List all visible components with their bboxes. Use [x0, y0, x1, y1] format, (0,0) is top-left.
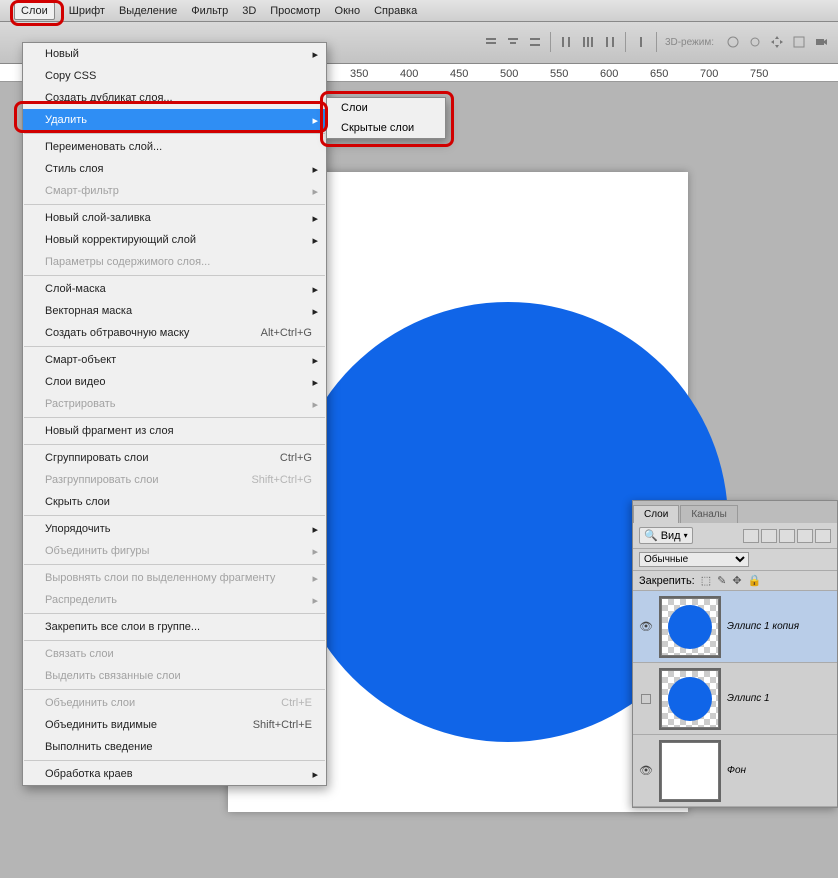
menu-select[interactable]: Выделение — [119, 5, 177, 17]
menu-item[interactable]: Новый слой-заливка▸ — [23, 207, 326, 229]
layer-row[interactable]: Эллипс 1 — [633, 663, 837, 735]
menu-item[interactable]: Сгруппировать слоиCtrl+G — [23, 447, 326, 469]
menu-item[interactable]: Новый корректирующий слой▸ — [23, 229, 326, 251]
menu-type[interactable]: Шрифт — [69, 5, 105, 17]
move-icon[interactable] — [770, 35, 784, 49]
filter-chip[interactable] — [779, 529, 795, 543]
menu-item[interactable]: Переименовать слой... — [23, 136, 326, 158]
lock-pixels-icon[interactable]: ⬚ — [701, 574, 711, 587]
menu-item[interactable]: Векторная маска▸ — [23, 300, 326, 322]
visibility-toggle[interactable] — [639, 694, 653, 704]
menu-item[interactable]: Упорядочить▸ — [23, 518, 326, 540]
menu-item[interactable]: Copy CSS — [23, 65, 326, 87]
menu-item: Выделить связанные слои — [23, 665, 326, 687]
blend-mode-select[interactable]: Обычные — [639, 552, 749, 567]
menu-item[interactable]: Создать дубликат слоя... — [23, 87, 326, 109]
filter-chip[interactable] — [761, 529, 777, 543]
menu-item: Объединить фигуры▸ — [23, 540, 326, 562]
menu-item[interactable]: Смарт-объект▸ — [23, 349, 326, 371]
tab-layers[interactable]: Слои — [633, 505, 679, 523]
filter-chip[interactable] — [797, 529, 813, 543]
menu-view[interactable]: Просмотр — [270, 5, 320, 17]
menu-filter[interactable]: Фильтр — [191, 5, 228, 17]
menu-item[interactable]: Слой-маска▸ — [23, 278, 326, 300]
lock-brush-icon[interactable]: ✎ — [717, 574, 726, 587]
orbit-icon[interactable] — [726, 35, 740, 49]
layer-thumbnail[interactable] — [661, 742, 719, 800]
submenu-item-layers[interactable]: Слои — [327, 98, 445, 118]
lock-label: Закрепить: — [639, 575, 695, 587]
layers-panel: Слои Каналы 🔍Вид▾ Обычные Закрепить: ⬚ ✎… — [632, 500, 838, 808]
distribute-icon[interactable] — [603, 35, 617, 49]
menu-bar: Слои Шрифт Выделение Фильтр 3D Просмотр … — [0, 0, 838, 22]
align-icon[interactable] — [506, 35, 520, 49]
align-icon[interactable] — [528, 35, 542, 49]
menu-item[interactable]: Слои видео▸ — [23, 371, 326, 393]
menu-item: Связать слои — [23, 643, 326, 665]
menu-item[interactable]: Стиль слоя▸ — [23, 158, 326, 180]
scale-icon[interactable] — [792, 35, 806, 49]
layer-thumbnail[interactable] — [661, 598, 719, 656]
filter-chip[interactable] — [815, 529, 831, 543]
layer-name[interactable]: Эллипс 1 — [727, 693, 770, 704]
menu-help[interactable]: Справка — [374, 5, 417, 17]
tab-channels[interactable]: Каналы — [680, 505, 738, 523]
visibility-toggle[interactable]: 👁 — [639, 620, 653, 633]
menu-item: Объединить слоиCtrl+E — [23, 692, 326, 714]
delete-submenu: Слои Скрытые слои — [326, 97, 446, 139]
visibility-toggle[interactable]: 👁 — [639, 764, 653, 777]
layer-list: 👁 Эллипс 1 копия Эллипс 1 👁 Фон — [633, 591, 837, 807]
layer-thumbnail[interactable] — [661, 670, 719, 728]
menu-item[interactable]: Обработка краев▸ — [23, 763, 326, 785]
layer-filter-kind[interactable]: 🔍Вид▾ — [639, 527, 693, 544]
menu-item[interactable]: Закрепить все слои в группе... — [23, 616, 326, 638]
menu-3d[interactable]: 3D — [242, 5, 256, 17]
menu-item[interactable]: Выполнить сведение — [23, 736, 326, 758]
layer-row[interactable]: 👁 Фон — [633, 735, 837, 807]
menu-item[interactable]: Новый▸ — [23, 43, 326, 65]
menu-item: Растрировать▸ — [23, 393, 326, 415]
menu-item[interactable]: Объединить видимыеShift+Ctrl+E — [23, 714, 326, 736]
menu-layers[interactable]: Слои — [14, 2, 55, 20]
lock-all-icon[interactable]: 🔒 — [748, 574, 762, 587]
menu-item: Разгруппировать слоиShift+Ctrl+G — [23, 469, 326, 491]
layer-name[interactable]: Эллипс 1 копия — [727, 621, 799, 632]
menu-item: Выровнять слои по выделенному фрагменту▸ — [23, 567, 326, 589]
menu-item: Смарт-фильтр▸ — [23, 180, 326, 202]
menu-item[interactable]: Новый фрагмент из слоя — [23, 420, 326, 442]
menu-item: Параметры содержимого слоя... — [23, 251, 326, 273]
menu-item: Распределить▸ — [23, 589, 326, 611]
mode-3d-label: 3D-режим: — [665, 37, 714, 48]
align-icon[interactable] — [484, 35, 498, 49]
layer-name[interactable]: Фон — [727, 765, 746, 776]
distribute-icon[interactable] — [581, 35, 595, 49]
distribute-icon[interactable] — [634, 35, 648, 49]
menu-window[interactable]: Окно — [335, 5, 361, 17]
submenu-item-hidden[interactable]: Скрытые слои — [327, 118, 445, 138]
menu-item[interactable]: Скрыть слои — [23, 491, 326, 513]
pan-icon[interactable] — [748, 35, 762, 49]
menu-item[interactable]: Создать обтравочную маскуAlt+Ctrl+G — [23, 322, 326, 344]
distribute-icon[interactable] — [559, 35, 573, 49]
layers-dropdown: Новый▸Copy CSSСоздать дубликат слоя...Уд… — [22, 42, 327, 786]
filter-chip[interactable] — [743, 529, 759, 543]
lock-move-icon[interactable]: ✥ — [732, 574, 741, 587]
menu-item[interactable]: Удалить▸ — [23, 109, 326, 131]
layer-row[interactable]: 👁 Эллипс 1 копия — [633, 591, 837, 663]
camera-icon[interactable] — [814, 35, 828, 49]
